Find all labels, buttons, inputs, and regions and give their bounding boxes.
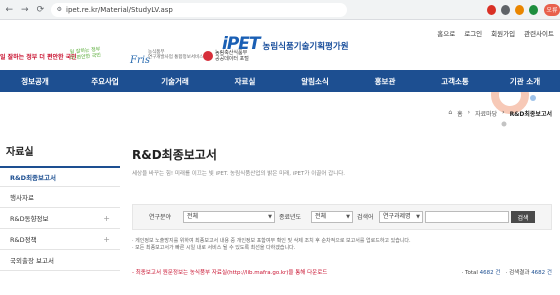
page-description: 세상을 바꾸는 힘! 미래를 이끄는 빛 iPET. 농림식품산업의 밝은 미래… — [132, 171, 346, 177]
nav-item-news[interactable]: 알림소식 — [280, 70, 350, 92]
field-select[interactable]: 전체 ▼ — [183, 211, 275, 223]
utility-links: 홈으로 로그인 회원가입 관련사이트 — [437, 28, 554, 38]
signup-link[interactable]: 회원가입 — [491, 28, 515, 38]
home-link[interactable]: 홈으로 — [437, 28, 455, 38]
sidebar-item-overseas-trip-report[interactable]: 국외출장 보고서 — [0, 250, 120, 271]
sidebar-item-final-report[interactable]: R&D최종보고서 — [0, 166, 120, 187]
breadcrumb-separator: › — [502, 109, 505, 116]
nav-item-archive[interactable]: 자료실 — [210, 70, 280, 92]
nav-item-pr[interactable]: 홍보관 — [350, 70, 420, 92]
site-info-icon[interactable]: ⚙ — [57, 6, 62, 13]
expand-icon[interactable]: + — [103, 235, 110, 244]
chevron-down-icon: ▼ — [268, 214, 272, 220]
keyword-target-label: 검색어 — [357, 214, 374, 221]
address-bar[interactable]: ⚙ ipet.re.kr/Material/StudyLV.asp — [50, 2, 348, 17]
sidebar-item-event-materials[interactable]: 행사자료 — [0, 187, 120, 208]
breadcrumb-home[interactable]: 홈 — [457, 109, 463, 118]
breadcrumb-separator: › — [467, 109, 471, 116]
extension-icon[interactable] — [500, 4, 510, 15]
government-slogan[interactable]: 일 잘하는 정부 더 편안한 국민 — [0, 52, 77, 61]
search-panel: 연구분야 전체 ▼ 종료년도 전체 ▼ 검색어 연구과제명 ▼ 검색 — [132, 204, 552, 230]
chevron-down-icon: ▼ — [416, 214, 420, 220]
chevron-down-icon: ▼ — [346, 214, 350, 220]
url-text: ipet.re.kr/Material/StudyLV.asp — [66, 5, 173, 14]
result-counts: · Total 4682 건 · 검색결과 4682 건 — [461, 270, 552, 276]
nav-item-customer[interactable]: 고객소통 — [420, 70, 490, 92]
sidebar-item-rd-policy[interactable]: R&D정책 + — [0, 229, 120, 250]
extension-icon[interactable] — [528, 4, 538, 15]
home-icon[interactable]: ⌂ — [448, 109, 452, 118]
breadcrumb: ⌂ 홈 › 자료마당 › R&D최종보고서 — [448, 109, 552, 118]
expand-icon[interactable]: + — [103, 214, 110, 223]
site-header: 홈으로 로그인 회원가입 관련사이트 일 잘하는 정부 더 편안한 국민 일 잘… — [0, 20, 560, 70]
field-label: 연구분야 — [149, 214, 172, 221]
main-content: R&D최종보고서 세상을 바꾸는 힘! 미래를 이끄는 빛 iPET. 농림식품… — [132, 138, 552, 276]
year-label: 종료년도 — [279, 214, 302, 221]
breadcrumb-current: R&D최종보고서 — [509, 111, 552, 118]
breadcrumb-parent[interactable]: 자료마당 — [475, 109, 497, 118]
result-summary: - 최종보고서 원문정보는 농식품부 자료실(http://lib.mafra.… — [132, 268, 552, 276]
extension-icon[interactable] — [514, 4, 524, 15]
sidebar-item-rd-trends[interactable]: R&D동향정보 + — [0, 208, 120, 229]
profile-button[interactable]: 오류 — [543, 3, 560, 16]
main-navigation: 정보공개 주요사업 기술거래 자료실 알림소식 홍보관 고객소통 기관 소개 — [0, 70, 560, 92]
login-link[interactable]: 로그인 — [464, 28, 482, 38]
nav-item-about[interactable]: 기관 소개 — [490, 70, 560, 92]
back-icon[interactable]: ← — [3, 3, 16, 17]
nav-item-info-disclosure[interactable]: 정보공개 — [0, 70, 70, 92]
year-select[interactable]: 전체 ▼ — [311, 211, 353, 223]
nav-item-tech-transfer[interactable]: 기술거래 — [140, 70, 210, 92]
search-button[interactable]: 검색 — [511, 211, 535, 223]
sub-visual: ⌂ 홈 › 자료마당 › R&D최종보고서 — [0, 92, 560, 127]
fris-logo[interactable]: Fris 농식품부 연구개발사업 통합정보서비스 — [130, 48, 203, 67]
keyword-target-select[interactable]: 연구과제명 ▼ — [379, 211, 423, 223]
extension-icon[interactable] — [487, 4, 496, 15]
page-title: R&D최종보고서 — [132, 148, 217, 162]
reload-icon[interactable]: ⟳ — [34, 3, 47, 17]
open-data-logo-icon — [203, 51, 213, 61]
sidebar: 자료실 R&D최종보고서 행사자료 R&D동향정보 + R&D정책 + 국외출장… — [0, 138, 120, 271]
slogan-calligraphy: 일 잘하는 정부 더 편안한 국민 — [69, 46, 102, 62]
notice-text: · 게인정보 노출방지를 위하여 최종보고서 내용 중 개인정보 포함여부 확인… — [132, 238, 411, 251]
keyword-input[interactable] — [425, 211, 509, 223]
sidebar-title: 자료실 — [6, 147, 34, 158]
ipet-logo[interactable]: iPET 농림식품기술기획평가원 — [222, 34, 349, 54]
browser-toolbar: ← → ⟳ ⚙ ipet.re.kr/Material/StudyLV.asp … — [0, 0, 560, 20]
related-sites-link[interactable]: 관련사이트 — [524, 28, 554, 38]
forward-icon[interactable]: → — [19, 3, 32, 17]
download-notice-link[interactable]: - 최종보고서 원문정보는 농식품부 자료실(http://lib.mafra.… — [132, 268, 327, 276]
nav-item-main-projects[interactable]: 주요사업 — [70, 70, 140, 92]
